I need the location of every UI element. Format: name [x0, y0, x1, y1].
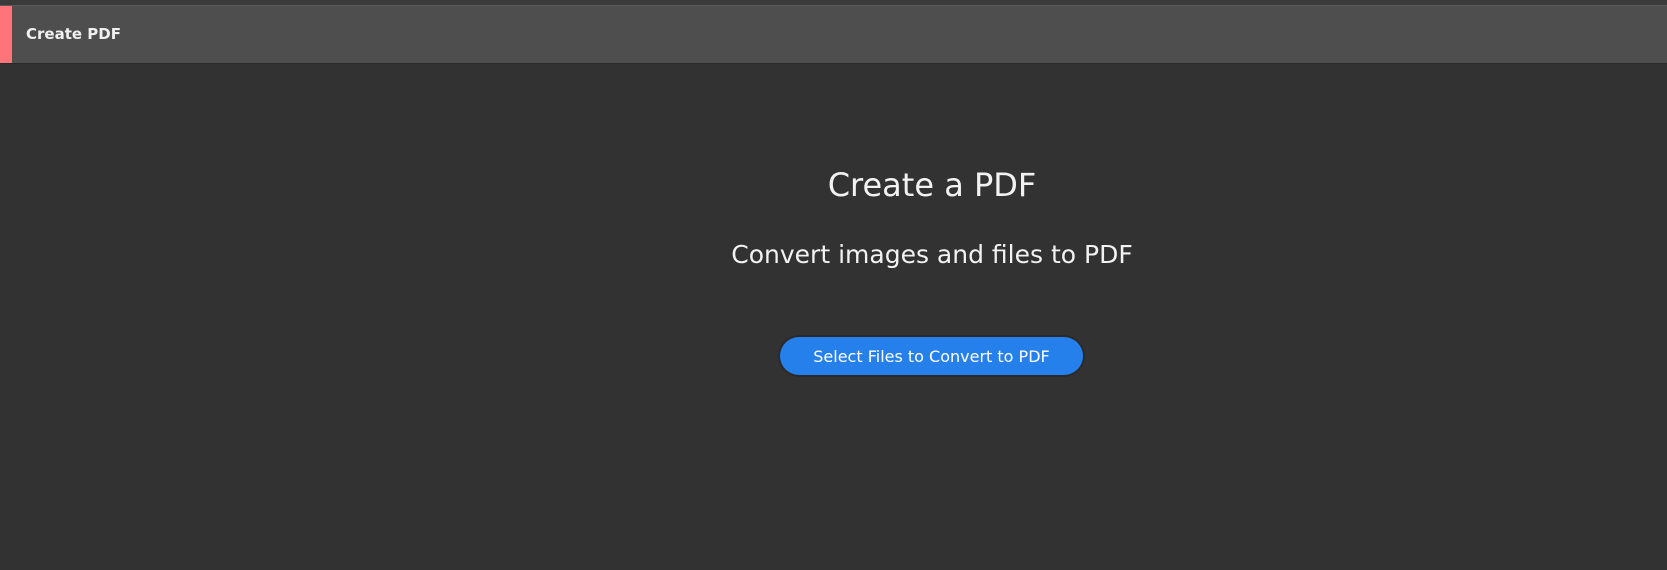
select-files-button[interactable]: Select Files to Convert to PDF [780, 337, 1083, 375]
tool-title: Create PDF [26, 25, 121, 43]
create-pdf-panel: Create a PDF Convert images and files to… [0, 64, 1667, 570]
tool-accent-bar [0, 6, 12, 63]
page-title: Create a PDF [827, 166, 1037, 204]
page-subtitle: Convert images and files to PDF [731, 240, 1133, 269]
tool-header: Create PDF [0, 6, 1667, 64]
